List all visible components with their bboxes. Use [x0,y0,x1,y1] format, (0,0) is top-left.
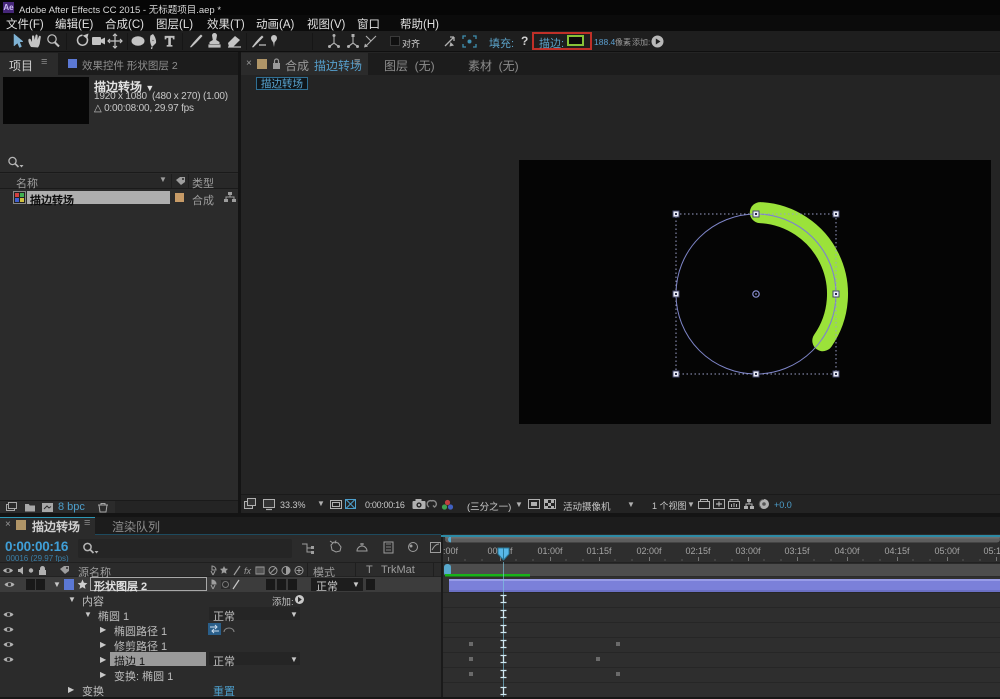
svg-text:05:00f: 05:00f [934,546,960,556]
svg-text:03:15f: 03:15f [784,546,810,556]
svg-text:fx: fx [244,566,252,576]
svg-text:05:15f: 05:15f [983,546,1000,556]
svg-text:T: T [165,34,174,50]
svg-text:04:15f: 04:15f [884,546,910,556]
svg-text:02:00f: 02:00f [636,546,662,556]
svg-text:04:00f: 04:00f [834,546,860,556]
svg-text:03:00f: 03:00f [735,546,761,556]
svg-text:01:00f: 01:00f [537,546,563,556]
svg-text:0:00f: 0:00f [443,546,459,556]
svg-text:02:15f: 02:15f [685,546,711,556]
svg-text:01:15f: 01:15f [586,546,612,556]
